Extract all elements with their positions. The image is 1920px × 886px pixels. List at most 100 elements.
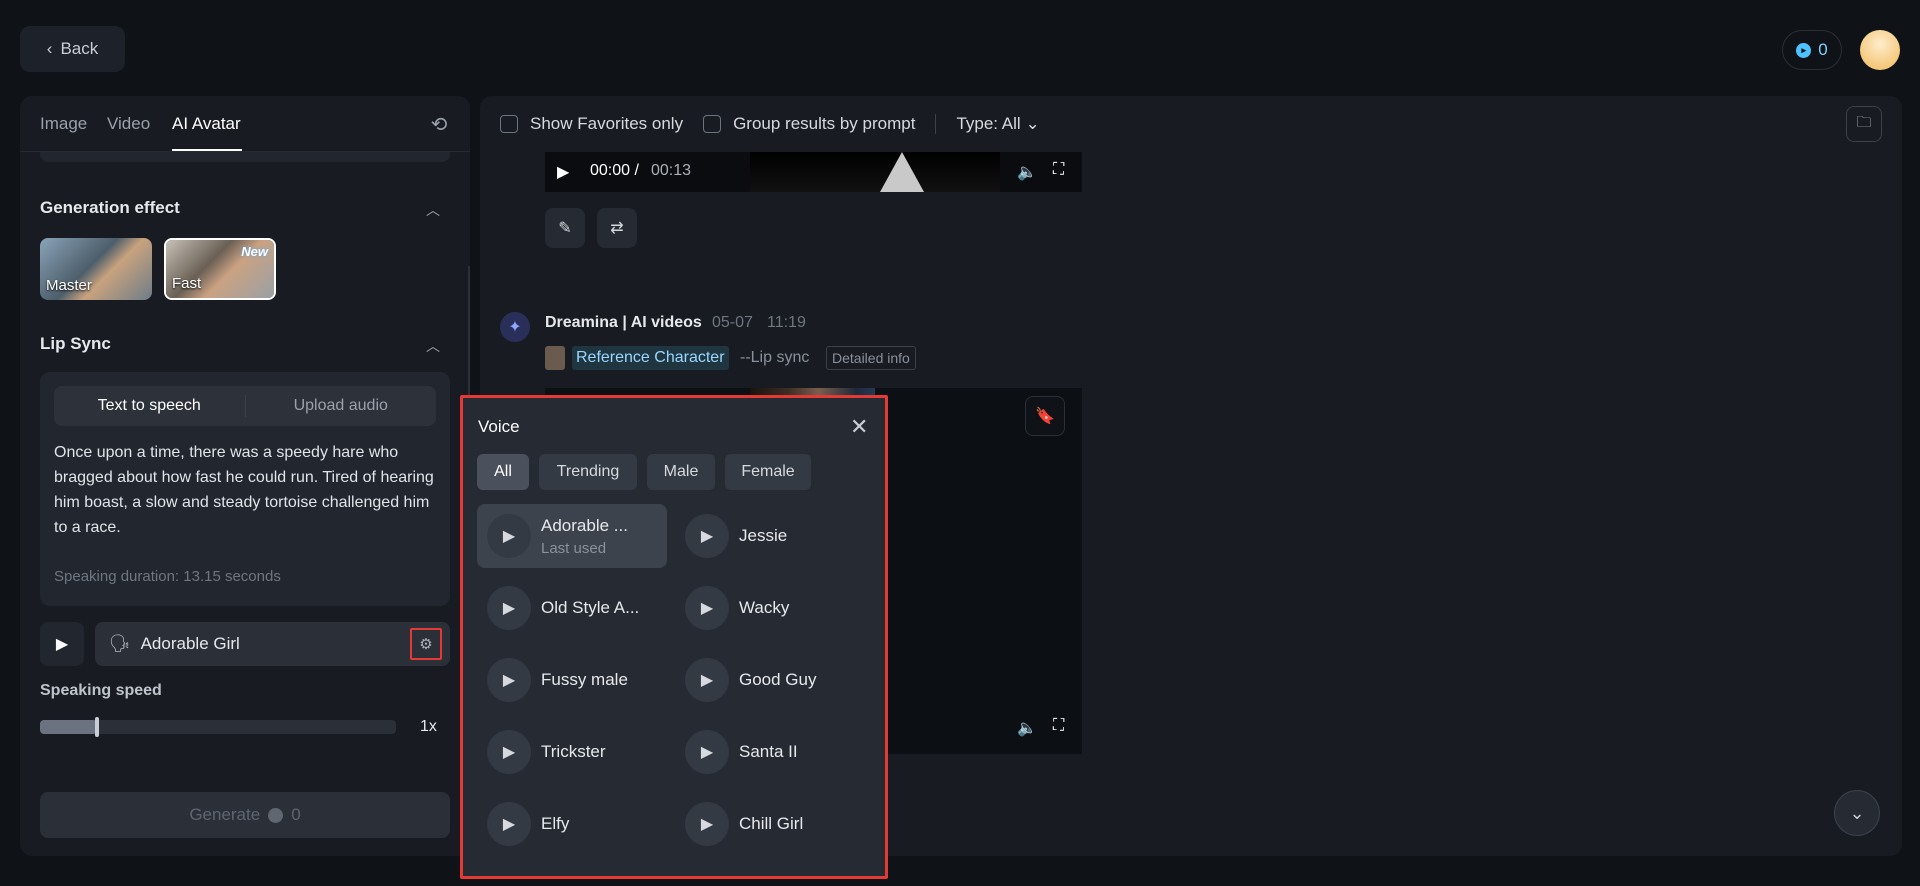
- speaking-head-icon: 🗣: [109, 634, 131, 653]
- voice-name: Trickster: [541, 742, 606, 761]
- voice-selector[interactable]: 🗣 Adorable Girl ⚙: [95, 622, 450, 666]
- effect-fast-label: Fast: [172, 275, 202, 292]
- voice-option[interactable]: ▶ Trickster: [477, 720, 667, 784]
- voice-filter-male[interactable]: Male: [647, 454, 715, 490]
- play-icon[interactable]: ▶: [487, 514, 531, 558]
- voice-name: Santa II: [739, 742, 798, 761]
- type-filter-label: Type: All: [956, 114, 1021, 133]
- voice-option[interactable]: ▶ Jessie: [675, 504, 865, 568]
- speaking-speed-value: 1x: [420, 718, 437, 735]
- text-to-speech-option[interactable]: Text to speech: [54, 397, 245, 415]
- credit-coin-icon: [268, 807, 284, 823]
- type-filter-dropdown[interactable]: Type: All ⌄: [956, 114, 1039, 134]
- effect-master[interactable]: Master: [40, 238, 152, 300]
- credit-coin-icon: ▸: [1796, 42, 1812, 58]
- speaking-duration: Speaking duration: 13.15 seconds: [54, 568, 281, 585]
- voice-option[interactable]: ▶ Santa II: [675, 720, 865, 784]
- slider-thumb[interactable]: [94, 717, 99, 737]
- message-date: 05-07: [712, 314, 753, 331]
- play-icon[interactable]: ▶: [487, 658, 531, 702]
- detailed-info-button[interactable]: Detailed info: [826, 346, 916, 370]
- filter-divider: [935, 114, 937, 134]
- play-icon[interactable]: ▶: [685, 658, 729, 702]
- folder-icon[interactable]: 🗀: [1846, 106, 1882, 142]
- voice-option[interactable]: ▶ Adorable ... Last used: [477, 504, 667, 568]
- message-author: Dreamina | AI videos: [545, 314, 702, 331]
- back-button[interactable]: ‹ Back: [20, 26, 125, 72]
- play-icon[interactable]: ▶: [685, 730, 729, 774]
- left-panel: Image Video AI Avatar ⟲ Generation effec…: [20, 96, 470, 856]
- group-checkbox[interactable]: [703, 115, 722, 133]
- favorites-label[interactable]: Show Favorites only: [530, 114, 683, 134]
- volume-icon[interactable]: 🔈: [1017, 718, 1037, 738]
- voice-name: Elfy: [541, 814, 570, 833]
- reference-character-chip[interactable]: Reference Character: [572, 346, 729, 370]
- play-icon[interactable]: ▶: [487, 730, 531, 774]
- tab-ai-avatar[interactable]: AI Avatar: [172, 114, 241, 134]
- video-1-shape: [880, 152, 924, 192]
- credits-count: 0: [1818, 40, 1828, 59]
- preview-play-button[interactable]: ▶: [40, 622, 84, 666]
- voice-settings-icon[interactable]: ⚙: [410, 628, 442, 660]
- scroll-down-button[interactable]: ⌄: [1834, 790, 1880, 836]
- regenerate-icon[interactable]: ⇄: [597, 208, 637, 248]
- chevron-up-icon[interactable]: ︿: [426, 336, 442, 354]
- play-icon[interactable]: ▶: [487, 802, 531, 846]
- slider-fill: [40, 720, 97, 734]
- bookmark-icon[interactable]: 🔖: [1025, 396, 1065, 436]
- voice-picker-popup: Voice ✕ All Trending Male Female ▶ Adora…: [460, 395, 888, 879]
- voice-option[interactable]: ▶ Elfy: [477, 792, 667, 856]
- tab-video[interactable]: Video: [107, 114, 150, 134]
- user-avatar[interactable]: [1860, 30, 1900, 70]
- fullscreen-icon[interactable]: ⛶: [1053, 717, 1064, 735]
- selected-voice-name: Adorable Girl: [140, 634, 240, 653]
- chevron-up-icon[interactable]: ︿: [426, 200, 442, 218]
- previous-section-edge: [40, 152, 450, 162]
- active-tab-underline: [172, 149, 242, 151]
- video-player-1[interactable]: ▶ 00:00 / 00:13 🔈 ⛶: [545, 152, 1082, 192]
- chevron-left-icon: ‹: [46, 39, 53, 58]
- voice-popup-title: Voice: [478, 417, 520, 436]
- total-time: 00:13: [651, 162, 692, 179]
- effect-fast[interactable]: New Fast: [164, 238, 276, 300]
- close-icon[interactable]: ✕: [850, 414, 868, 440]
- voice-name: Old Style A...: [541, 598, 640, 617]
- speaking-speed-slider[interactable]: [40, 717, 396, 737]
- chevron-down-icon: ⌄: [1849, 802, 1865, 823]
- speech-script-textarea[interactable]: Once upon a time, there was a speedy har…: [54, 440, 436, 540]
- fullscreen-icon[interactable]: ⛶: [1053, 161, 1064, 179]
- voice-option[interactable]: ▶ Chill Girl: [675, 792, 865, 856]
- new-badge: New: [241, 244, 268, 259]
- play-icon[interactable]: ▶: [557, 162, 569, 182]
- reset-icon[interactable]: ⟲: [428, 112, 450, 136]
- lip-sync-tag: --Lip sync: [740, 349, 810, 366]
- voice-name: Adorable ...: [541, 516, 628, 535]
- voice-filter-trending[interactable]: Trending: [539, 454, 637, 490]
- play-icon[interactable]: ▶: [685, 802, 729, 846]
- time-separator: /: [630, 162, 639, 179]
- generate-label: Generate: [189, 805, 261, 824]
- tab-image[interactable]: Image: [40, 114, 87, 134]
- play-icon[interactable]: ▶: [685, 514, 729, 558]
- voice-filter-female[interactable]: Female: [725, 454, 811, 490]
- voice-option[interactable]: ▶ Fussy male: [477, 648, 667, 712]
- voice-option[interactable]: ▶ Old Style A...: [477, 576, 667, 640]
- generation-effect-title: Generation effect: [40, 198, 180, 217]
- current-time-value: 00:00: [590, 162, 631, 179]
- generate-cost: 0: [291, 805, 301, 824]
- voice-filter-all[interactable]: All: [477, 454, 529, 490]
- credits-badge[interactable]: ▸ 0: [1782, 30, 1842, 70]
- message-time: 11:19: [767, 314, 806, 331]
- effect-master-label: Master: [46, 277, 92, 294]
- edit-icon[interactable]: ✎: [545, 208, 585, 248]
- group-label[interactable]: Group results by prompt: [733, 114, 915, 134]
- voice-option[interactable]: ▶ Wacky: [675, 576, 865, 640]
- play-icon[interactable]: ▶: [685, 586, 729, 630]
- volume-icon[interactable]: 🔈: [1017, 162, 1037, 182]
- play-icon[interactable]: ▶: [487, 586, 531, 630]
- generate-button[interactable]: Generate 0: [40, 792, 450, 838]
- upload-audio-option[interactable]: Upload audio: [246, 397, 437, 415]
- top-bar: ‹ Back ▸ 0: [0, 0, 1920, 96]
- voice-option[interactable]: ▶ Good Guy: [675, 648, 865, 712]
- favorites-checkbox[interactable]: [500, 115, 518, 133]
